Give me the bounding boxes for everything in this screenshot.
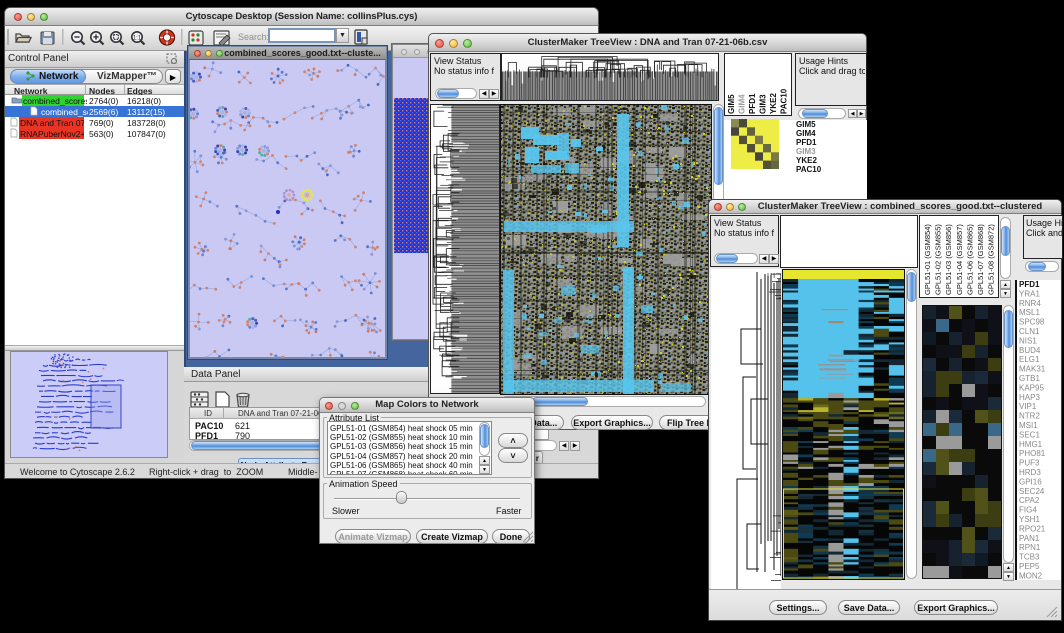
svg-text:TCB3: TCB3 [1019,553,1040,562]
svg-text:MSI1: MSI1 [1019,421,1038,430]
svg-text:PFD1: PFD1 [748,93,757,114]
svg-text:RNR4: RNR4 [1019,299,1041,308]
svg-text:GPL51-02 (GSM855): GPL51-02 (GSM855) [934,224,943,295]
svg-text:NTR2: NTR2 [1019,412,1040,421]
svg-text:HMG1: HMG1 [1019,440,1043,449]
svg-text:GPL51-08 (GSM872): GPL51-08 (GSM872) [987,224,996,295]
svg-text:RPN1: RPN1 [1019,543,1041,552]
svg-text:KAP95: KAP95 [1019,383,1044,392]
svg-text:GPL51-04 (GSM857): GPL51-04 (GSM857) [955,224,964,295]
svg-text:HAP3: HAP3 [1019,393,1040,402]
svg-text:GPL51-03 (GSM856): GPL51-03 (GSM856) [944,224,953,295]
svg-text:CPA2: CPA2 [1019,496,1040,505]
svg-text:MSL1: MSL1 [1019,308,1040,317]
svg-text:GIM3: GIM3 [759,94,768,114]
svg-text:PUF3: PUF3 [1019,459,1040,468]
svg-text:PAC10: PAC10 [780,88,789,114]
svg-text:GPL51-06 (GSM865): GPL51-06 (GSM865) [965,224,974,295]
svg-text:GIM5: GIM5 [727,94,736,114]
svg-text:HRD3: HRD3 [1019,468,1041,477]
svg-text:YRA1: YRA1 [1019,289,1040,298]
svg-text:PEP5: PEP5 [1019,562,1040,571]
svg-text:PAN1: PAN1 [1019,534,1040,543]
svg-text:GTB1: GTB1 [1019,374,1040,383]
svg-text:RPO21: RPO21 [1019,524,1046,533]
svg-text:NIS1: NIS1 [1019,336,1037,345]
svg-text:MAK31: MAK31 [1019,365,1046,374]
svg-text:SPC98: SPC98 [1019,318,1045,327]
svg-text:PHO81: PHO81 [1019,449,1046,458]
svg-text:GPL51-01 (GSM854): GPL51-01 (GSM854) [923,224,932,295]
svg-text:FIG4: FIG4 [1019,506,1037,515]
svg-text:BUD4: BUD4 [1019,346,1041,355]
svg-text:GIM4: GIM4 [738,94,747,114]
svg-text:SEC24: SEC24 [1019,487,1045,496]
svg-text:ELG1: ELG1 [1019,355,1040,364]
svg-text:GPI16: GPI16 [1019,477,1042,486]
svg-text:PFD1: PFD1 [1019,280,1040,289]
svg-text:1:1: 1:1 [133,36,142,42]
svg-text:SEC1: SEC1 [1019,430,1040,439]
svg-text:YKE2: YKE2 [769,93,778,114]
svg-text:YSH1: YSH1 [1019,515,1040,524]
svg-text:CLN1: CLN1 [1019,327,1040,336]
svg-text:GPL51-07 (GSM868): GPL51-07 (GSM868) [976,224,985,295]
svg-text:VIP1: VIP1 [1019,402,1037,411]
svg-text:MON2: MON2 [1019,571,1043,580]
